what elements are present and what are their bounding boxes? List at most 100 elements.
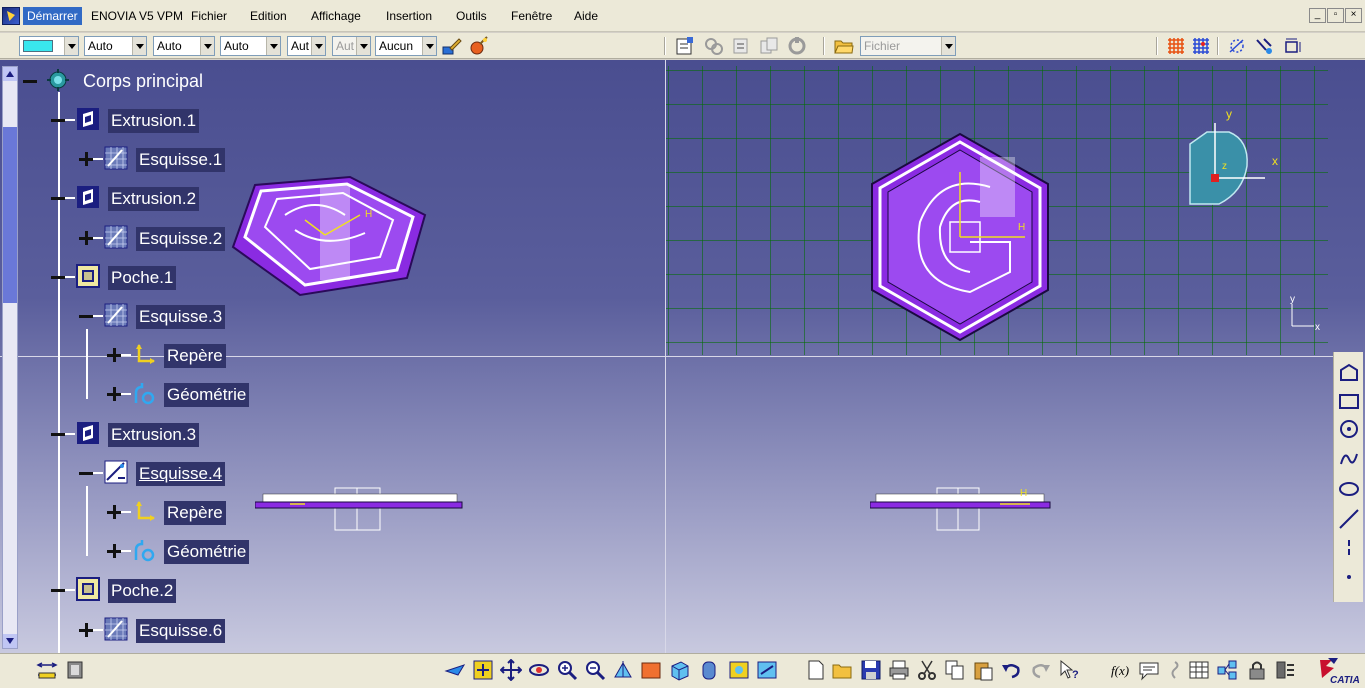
isometric-view-icon[interactable] — [668, 659, 690, 681]
tree-node-pocket-2[interactable]: Poche.2 — [48, 576, 298, 603]
paste-icon[interactable] — [972, 659, 994, 681]
properties-icon[interactable] — [675, 36, 695, 56]
grid-icon[interactable] — [1166, 36, 1186, 56]
shading-icon[interactable] — [698, 659, 720, 681]
expand-icon[interactable] — [107, 387, 121, 401]
layer-combo[interactable]: Aucun — [375, 36, 437, 56]
collapse-icon[interactable] — [51, 427, 65, 441]
enovia-link-icon[interactable] — [704, 36, 724, 56]
fit-all-icon[interactable] — [472, 659, 494, 681]
expand-icon[interactable] — [107, 544, 121, 558]
axis-icon[interactable] — [1338, 538, 1360, 560]
redo-icon[interactable] — [1030, 659, 1052, 681]
collapse-icon[interactable] — [51, 583, 65, 597]
tree-node-sketch-2[interactable]: Esquisse.2 — [76, 224, 326, 251]
point-icon[interactable] — [1338, 566, 1360, 588]
tree-node-axis-1[interactable]: Repère — [104, 341, 354, 368]
analysis-icon[interactable] — [1274, 659, 1296, 681]
menu-aide[interactable]: Aide — [574, 9, 598, 23]
collapse-icon[interactable] — [79, 309, 93, 323]
tree-node-sketch-4[interactable]: Esquisse.4 — [76, 459, 326, 486]
circle-icon[interactable] — [1338, 418, 1360, 440]
point-type-combo[interactable]: Aut — [287, 36, 326, 56]
dimensional-constraints-icon[interactable] — [1282, 36, 1302, 56]
save-management-icon[interactable] — [759, 36, 779, 56]
table-icon[interactable] — [1188, 659, 1210, 681]
collapse-icon[interactable] — [79, 466, 93, 480]
open-icon[interactable] — [832, 659, 854, 681]
pan-icon[interactable] — [500, 659, 522, 681]
multi-view-icon[interactable] — [640, 659, 662, 681]
graphic-properties-wizard-icon[interactable] — [469, 36, 489, 56]
fly-mode-icon[interactable] — [444, 659, 466, 681]
rotate-icon[interactable] — [528, 659, 550, 681]
geometric-constraints-icon[interactable] — [1254, 36, 1274, 56]
ellipse-icon[interactable] — [1338, 478, 1360, 500]
menu-edition[interactable]: Edition — [250, 9, 287, 23]
menu-outils[interactable]: Outils — [456, 9, 487, 23]
restore-button[interactable]: ▫ — [1327, 8, 1344, 23]
line-icon[interactable] — [1338, 508, 1360, 530]
tree-node-sketch-1[interactable]: Esquisse.1 — [76, 145, 326, 172]
formula-icon[interactable]: f(x) — [1110, 659, 1132, 681]
spline-icon[interactable] — [1338, 448, 1360, 470]
file-combo[interactable]: Fichier — [860, 36, 956, 56]
menu-fichier[interactable]: Fichier — [191, 9, 227, 23]
format-painter-icon[interactable] — [442, 36, 462, 56]
open-folder-icon[interactable] — [834, 36, 854, 56]
swap-visible-space-icon[interactable] — [756, 659, 778, 681]
transparency-combo[interactable]: Auto — [84, 36, 147, 56]
profile-icon[interactable] — [1338, 362, 1360, 384]
construction-element-icon[interactable] — [1227, 36, 1247, 56]
tree-node-geometry-2[interactable]: Géométrie — [104, 537, 354, 564]
expand-icon[interactable] — [79, 623, 93, 637]
new-document-icon[interactable] — [805, 659, 827, 681]
comment-icon[interactable] — [1138, 659, 1160, 681]
normal-view-icon[interactable] — [612, 659, 634, 681]
rendering-style-combo[interactable]: Aut — [332, 36, 371, 56]
tree-node-extrusion-1[interactable]: Extrusion.1 — [48, 106, 298, 133]
minimize-button[interactable]: _ — [1309, 8, 1326, 23]
tree-node-sketch-3[interactable]: Esquisse.3 — [76, 302, 326, 329]
whats-this-icon[interactable]: ? — [1058, 659, 1080, 681]
collapse-icon[interactable] — [51, 270, 65, 284]
catalog-icon[interactable] — [1216, 659, 1238, 681]
expand-icon[interactable] — [79, 152, 93, 166]
menu-affichage[interactable]: Affichage — [311, 9, 361, 23]
refresh-icon[interactable] — [787, 36, 807, 56]
close-button[interactable]: × — [1345, 8, 1362, 23]
catia-app-icon[interactable] — [2, 7, 20, 25]
line-thickness-combo[interactable]: Auto — [153, 36, 215, 56]
compass-widget[interactable]: y x z — [1185, 108, 1280, 208]
apply-material-icon[interactable] — [64, 659, 86, 681]
tree-node-extrusion-2[interactable]: Extrusion.2 — [48, 184, 298, 211]
cut-icon[interactable] — [916, 659, 938, 681]
line-type-combo[interactable]: Auto — [220, 36, 281, 56]
collapse-icon[interactable] — [51, 113, 65, 127]
hide-show-icon[interactable] — [728, 659, 750, 681]
collapse-icon[interactable] — [51, 191, 65, 205]
expand-icon[interactable] — [79, 231, 93, 245]
tree-node-pocket-1[interactable]: Poche.1 — [48, 263, 298, 290]
collapse-icon[interactable] — [23, 74, 37, 88]
tree-node-sketch-6[interactable]: Esquisse.6 — [76, 616, 326, 643]
zoom-in-icon[interactable] — [556, 659, 578, 681]
menu-enovia[interactable]: ENOVIA V5 VPM — [91, 9, 183, 23]
undo-icon[interactable] — [1000, 659, 1022, 681]
menu-insertion[interactable]: Insertion — [386, 9, 432, 23]
knowledge-icon[interactable] — [1164, 659, 1186, 681]
save-icon[interactable] — [860, 659, 882, 681]
measure-icon[interactable] — [36, 659, 58, 681]
lock-icon[interactable] — [1246, 659, 1268, 681]
snap-to-point-icon[interactable] — [1191, 36, 1211, 56]
menu-demarrer[interactable]: Démarrer — [23, 7, 82, 25]
zoom-out-icon[interactable] — [584, 659, 606, 681]
expand-icon[interactable] — [107, 348, 121, 362]
rectangle-icon[interactable] — [1338, 390, 1360, 412]
color-combo[interactable] — [19, 36, 79, 56]
tree-node-extrusion-3[interactable]: Extrusion.3 — [48, 420, 298, 447]
tree-node-axis-2[interactable]: Repère — [104, 498, 354, 525]
expand-icon[interactable] — [107, 505, 121, 519]
document-manage-icon[interactable] — [731, 36, 751, 56]
tree-node-geometry-1[interactable]: Géométrie — [104, 380, 354, 407]
